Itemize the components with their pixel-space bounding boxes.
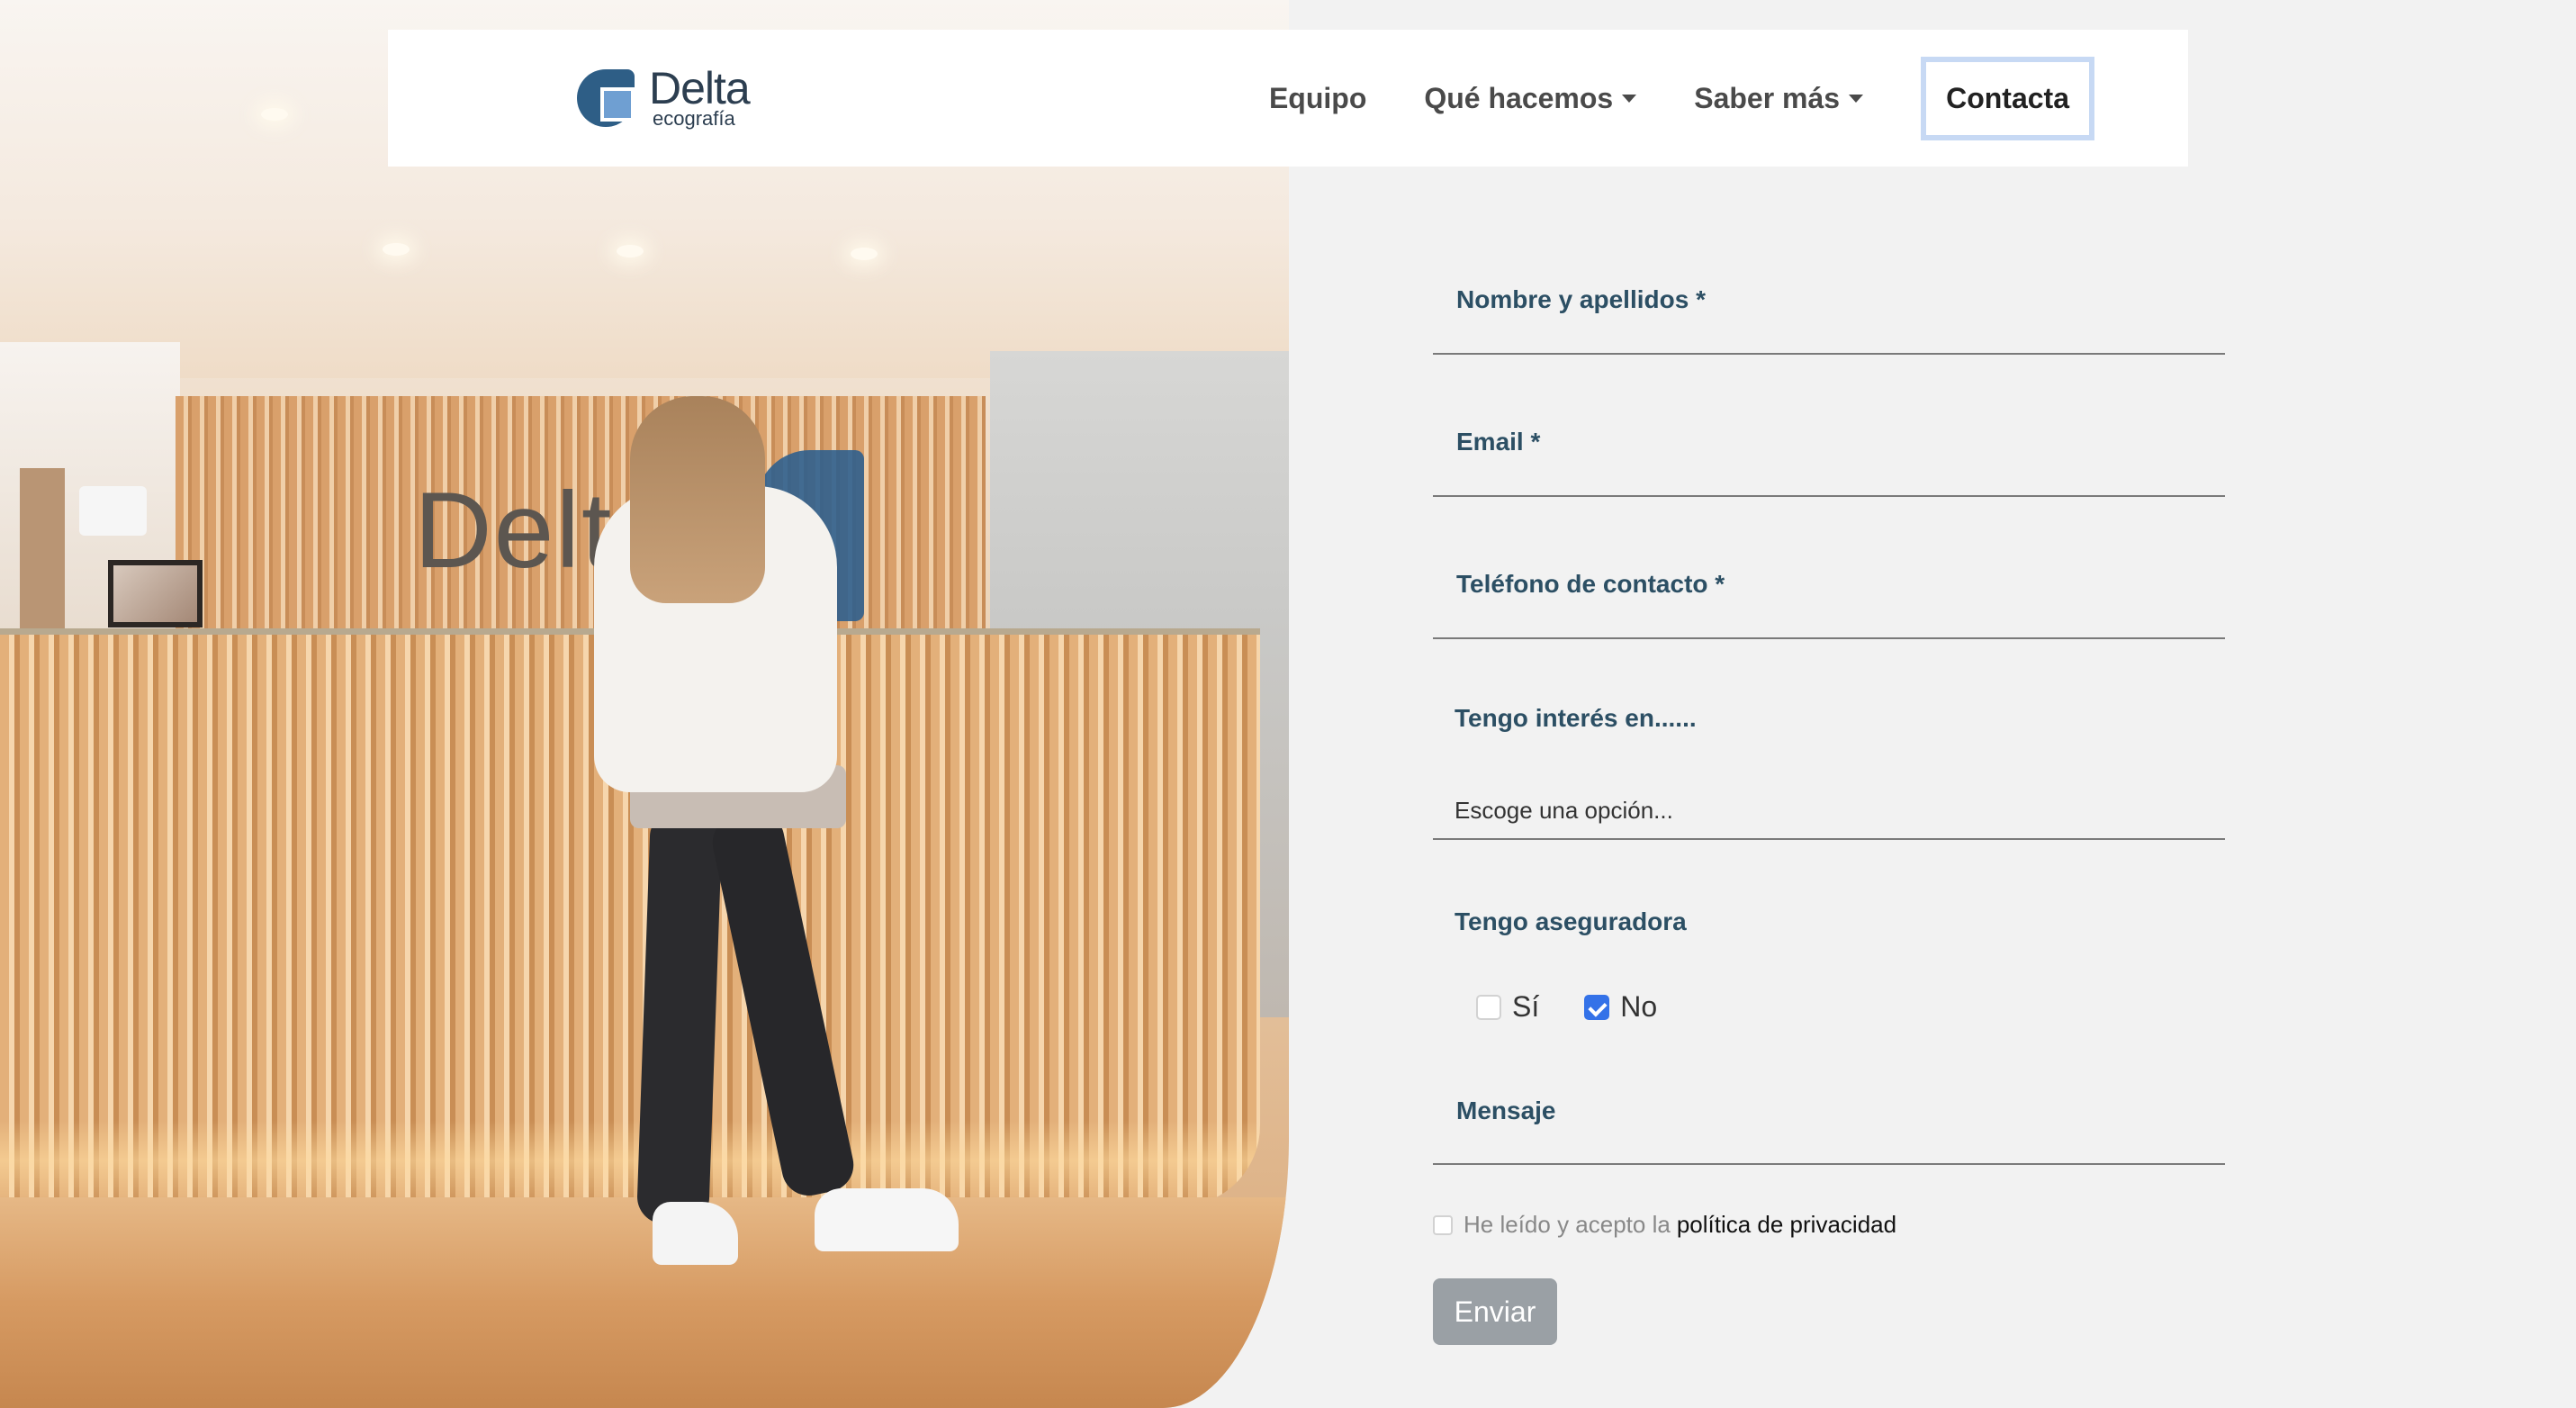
email-field[interactable]: Email *	[1433, 355, 2225, 497]
nav-item-label: Saber más	[1694, 81, 1841, 114]
submit-button[interactable]: Enviar	[1433, 1278, 1557, 1345]
insurer-si-checkbox[interactable]	[1476, 994, 1501, 1020]
person-shoe	[815, 1188, 959, 1251]
navbar: Delta ecografía Equipo Qué hacemos Saber…	[388, 30, 2188, 167]
privacy-consent: He leído y acepto la política de privaci…	[1433, 1211, 1896, 1239]
nav-item-contacta[interactable]: Contacta	[1921, 56, 2094, 140]
hero-photo: Delt	[0, 0, 1289, 1408]
insurer-options: Sí No	[1476, 990, 1702, 1024]
brand-logo[interactable]: Delta ecografía	[577, 63, 751, 134]
privacy-policy-link[interactable]: política de privacidad	[1677, 1211, 1896, 1239]
ceiling-light	[617, 245, 644, 257]
nav-item-equipo[interactable]: Equipo	[1269, 82, 1366, 115]
main-nav: Equipo Qué hacemos Saber más Contacta	[1269, 30, 2188, 167]
privacy-text: He leído y acepto la	[1464, 1211, 1671, 1238]
privacy-checkbox[interactable]	[1433, 1214, 1453, 1235]
wall-sign-text: Delt	[414, 470, 614, 591]
brand-name: Delta	[649, 63, 751, 113]
ceiling-light	[851, 248, 878, 260]
ceiling-light	[261, 108, 288, 121]
monitor	[108, 560, 203, 627]
message-field[interactable]	[1433, 1163, 2225, 1165]
person-hair	[630, 396, 765, 603]
person-leg	[635, 808, 724, 1226]
door	[20, 468, 65, 630]
insurer-no-checkbox[interactable]	[1584, 994, 1610, 1020]
email-label: Email *	[1456, 428, 1541, 456]
message-label: Mensaje	[1456, 1097, 1556, 1124]
delta-logo-icon	[577, 66, 645, 134]
interest-select-value: Escoge una opción...	[1455, 797, 1673, 824]
brand-subtitle: ecografía	[653, 107, 735, 130]
brand-wordmark: Delta ecografía	[649, 63, 751, 130]
name-label: Nombre y apellidos *	[1456, 285, 1706, 313]
phone-label: Teléfono de contacto *	[1456, 570, 1725, 598]
phone-field[interactable]: Teléfono de contacto *	[1433, 497, 2225, 639]
nav-item-saber-mas[interactable]: Saber más	[1694, 81, 1864, 115]
name-field[interactable]: Nombre y apellidos *	[1433, 243, 2225, 355]
interest-label: Tengo interés en......	[1455, 704, 1697, 732]
nav-item-label: Qué hacemos	[1424, 81, 1614, 114]
nav-item-label: Equipo	[1268, 81, 1367, 114]
air-conditioner	[79, 486, 147, 536]
contact-form: Nombre y apellidos * Email * Teléfono de…	[1433, 243, 2225, 639]
nav-item-que-hacemos[interactable]: Qué hacemos	[1424, 81, 1637, 115]
ceiling-light	[383, 243, 410, 256]
caret-down-icon	[1849, 94, 1864, 103]
floor	[0, 1197, 1289, 1408]
insurer-label: Tengo aseguradora	[1455, 907, 1687, 935]
insurer-no-label: No	[1620, 990, 1658, 1023]
person-shoe	[653, 1202, 738, 1265]
interest-select[interactable]: Escoge una opción...	[1433, 779, 2225, 840]
caret-down-icon	[1622, 94, 1637, 103]
insurer-si-label: Sí	[1512, 990, 1540, 1023]
